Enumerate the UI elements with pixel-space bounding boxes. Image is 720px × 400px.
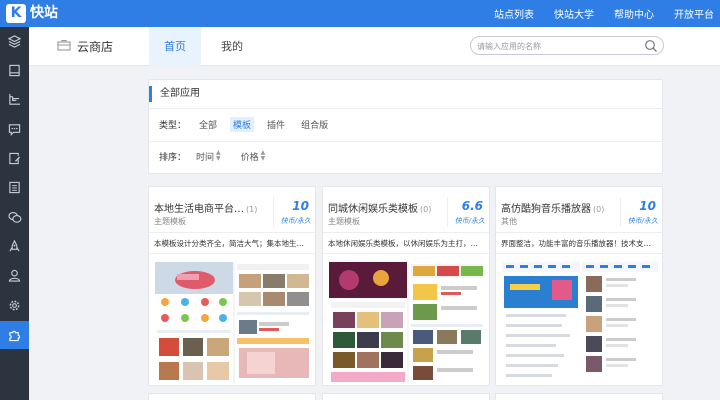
divider: [323, 253, 489, 254]
message-icon: [8, 123, 21, 136]
divider: [323, 232, 489, 233]
sidebar-item-chat[interactable]: [0, 203, 29, 231]
sort-arrows-icon: ▲ ▼: [216, 149, 221, 162]
search-box: [470, 36, 664, 55]
app-card-partial[interactable]: [148, 393, 316, 400]
tab-mine[interactable]: 我的: [209, 27, 255, 66]
nav-site-list[interactable]: 站点列表: [494, 6, 534, 21]
divider: [620, 197, 621, 227]
app-description: 本地休闲娱乐类模板，以休闲娱乐为主打，…: [328, 239, 478, 248]
sidebar-item-rocket[interactable]: [0, 232, 29, 260]
app-description: 界面整洁，功能丰富的音乐播放器！技术支…: [501, 239, 651, 248]
filter-panel: 全部应用 类型： 全部 模板 插件 组合版 排序： 时间 ▲ ▼ 价格 ▲ ▼: [148, 79, 663, 174]
divider: [273, 197, 274, 227]
tree-icon: [9, 93, 21, 105]
type-option-template[interactable]: 模板: [230, 116, 255, 132]
sort-time-label: 时间: [196, 152, 215, 163]
app-price: 10: [292, 199, 309, 213]
type-option-all[interactable]: 全部: [196, 117, 220, 132]
divider: [149, 141, 662, 142]
app-name[interactable]: 本地生活电商平台…: [154, 204, 244, 215]
nav-kuaizhan-university[interactable]: 快站大学: [554, 6, 594, 21]
preview-screenshot-image: [155, 262, 311, 384]
page-header: 云商店 首页 我的: [29, 27, 720, 66]
sort-label: 排序：: [159, 152, 187, 163]
divider: [149, 108, 662, 109]
chat-icon: [7, 211, 21, 223]
divider: [496, 253, 662, 254]
template-preview-image[interactable]: [502, 262, 658, 384]
store-bag-icon: [57, 39, 71, 51]
gear-icon: [9, 300, 20, 310]
app-card[interactable]: 同城休闲娱乐类模板 (0) 主题模板 6.6 快币/永久 本地休闲娱乐类模板，以休…: [322, 186, 490, 386]
user-icon: [8, 269, 21, 282]
app-price: 10: [639, 199, 656, 213]
divider: [496, 232, 662, 233]
review-count: (0): [420, 205, 432, 214]
top-bar: K 快站 站点列表 快站大学 帮助中心 开放平台: [0, 0, 720, 27]
search-icon[interactable]: [644, 39, 658, 53]
sidebar-item-edit-page[interactable]: [0, 144, 29, 172]
sidebar-item-layers[interactable]: [0, 27, 29, 55]
divider: [149, 253, 315, 254]
page-title: 云商店: [77, 40, 114, 54]
app-name[interactable]: 高仿酷狗音乐播放器: [501, 204, 591, 215]
puzzle-icon: [9, 330, 21, 341]
nav-help-center[interactable]: 帮助中心: [614, 6, 654, 21]
sort-price-label: 价格: [240, 152, 259, 163]
page-icon: [9, 64, 20, 76]
app-price: 6.6: [461, 199, 483, 213]
rocket-icon: [9, 239, 20, 251]
tab-home[interactable]: 首页: [149, 27, 201, 66]
app-card[interactable]: 本地生活电商平台… (1) 主题模板 10 快币/永久 本模板设计分类齐全，简洁大…: [148, 186, 316, 386]
app-description: 本模板设计分类齐全，简洁大气；集本地生…: [154, 239, 304, 248]
template-preview-image[interactable]: [329, 262, 485, 384]
sort-arrows-icon: ▲ ▼: [260, 149, 266, 162]
app-type: 其他: [501, 217, 517, 226]
sidebar-item-user[interactable]: [0, 261, 29, 289]
app-card-partial[interactable]: [322, 393, 490, 400]
sort-by-time[interactable]: 时间 ▲ ▼: [196, 150, 221, 163]
app-type: 主题模板: [328, 217, 360, 226]
price-unit: 快币/永久: [627, 217, 658, 225]
sidebar: [0, 27, 29, 400]
preview-screenshot-image: [502, 262, 658, 384]
app-card[interactable]: 高仿酷狗音乐播放器 (0) 其他 10 快币/永久 界面整洁，功能丰富的音乐播放器…: [495, 186, 663, 386]
divider: [149, 232, 315, 233]
sort-row: 排序： 时间 ▲ ▼ 价格 ▲ ▼: [159, 148, 285, 164]
app-name[interactable]: 同城休闲娱乐类模板: [328, 204, 418, 215]
search-input[interactable]: [477, 39, 637, 53]
sidebar-item-message[interactable]: [0, 115, 29, 143]
sidebar-item-page[interactable]: [0, 56, 29, 84]
price-unit: 快币/永久: [280, 217, 311, 225]
sidebar-item-plugins[interactable]: [0, 321, 29, 349]
layers-icon: [8, 34, 21, 48]
sidebar-item-tree[interactable]: [0, 85, 29, 113]
filter-title: 全部应用: [149, 86, 200, 102]
brand-name[interactable]: 快站: [30, 4, 58, 23]
sort-by-price[interactable]: 价格 ▲ ▼: [241, 150, 266, 163]
type-filter-row: 类型： 全部 模板 插件 组合版: [159, 116, 341, 132]
kuaizhan-logo-icon[interactable]: K: [6, 4, 26, 23]
type-option-bundle[interactable]: 组合版: [298, 117, 331, 132]
divider: [447, 197, 448, 227]
review-count: (0): [593, 205, 605, 214]
nav-open-platform[interactable]: 开放平台: [674, 6, 714, 21]
app-type: 主题模板: [154, 217, 186, 226]
top-nav: 站点列表 快站大学 帮助中心 开放平台: [494, 0, 714, 27]
template-preview-image[interactable]: [155, 262, 311, 384]
price-unit: 快币/永久: [454, 217, 485, 225]
sidebar-item-settings[interactable]: [0, 291, 29, 319]
sidebar-item-list-doc[interactable]: [0, 173, 29, 201]
edit-page-icon: [9, 152, 21, 164]
app-card-partial[interactable]: [495, 393, 663, 400]
review-count: (1): [246, 205, 258, 214]
preview-screenshot-image: [329, 262, 485, 384]
type-option-plugin[interactable]: 插件: [264, 117, 288, 132]
list-doc-icon: [9, 181, 20, 193]
type-label: 类型：: [159, 120, 187, 131]
